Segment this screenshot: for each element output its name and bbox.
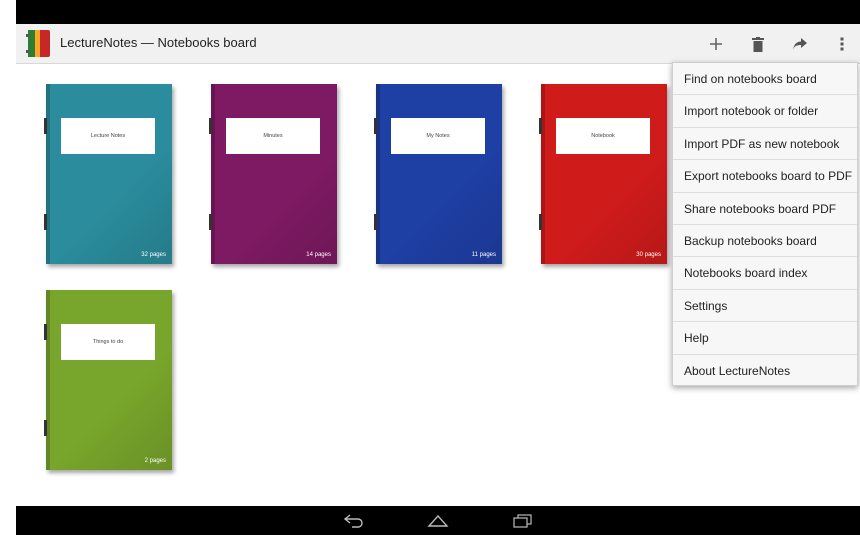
trash-icon bbox=[752, 36, 764, 52]
share-button[interactable] bbox=[786, 30, 814, 58]
notebook-title: Minutes bbox=[226, 118, 320, 154]
notebook-title: My Notes bbox=[391, 118, 485, 154]
status-bar bbox=[16, 0, 860, 24]
menu-item-backup[interactable]: Backup notebooks board bbox=[673, 225, 857, 258]
add-notebook-button[interactable] bbox=[702, 30, 730, 58]
notebook-page-count: 30 pages bbox=[636, 252, 661, 258]
menu-item-import-notebook[interactable]: Import notebook or folder bbox=[673, 95, 857, 128]
recents-button[interactable] bbox=[510, 512, 534, 530]
overflow-menu-icon bbox=[840, 37, 844, 51]
menu-item-about[interactable]: About LectureNotes bbox=[673, 355, 857, 387]
notebook-title: Things to do bbox=[61, 324, 155, 360]
action-bar: LectureNotes — Notebooks board bbox=[16, 24, 860, 64]
app-logo-icon bbox=[26, 30, 50, 57]
notebook-card[interactable]: Minutes 14 pages bbox=[209, 84, 337, 264]
delete-button[interactable] bbox=[744, 30, 772, 58]
menu-item-settings[interactable]: Settings bbox=[673, 290, 857, 323]
recents-icon bbox=[513, 514, 532, 528]
home-button[interactable] bbox=[426, 512, 450, 530]
menu-item-index[interactable]: Notebooks board index bbox=[673, 257, 857, 290]
back-button[interactable] bbox=[342, 512, 366, 530]
back-icon bbox=[343, 514, 363, 528]
notebook-page-count: 2 pages bbox=[144, 458, 166, 464]
share-icon bbox=[793, 38, 807, 50]
menu-item-help[interactable]: Help bbox=[673, 322, 857, 355]
notebook-card[interactable]: Things to do 2 pages bbox=[44, 290, 172, 470]
notebook-page-count: 32 pages bbox=[141, 252, 166, 258]
notebook-page-count: 11 pages bbox=[471, 252, 496, 258]
home-icon bbox=[427, 514, 449, 527]
menu-item-share-pdf[interactable]: Share notebooks board PDF bbox=[673, 193, 857, 225]
notebook-title: Notebook bbox=[556, 118, 650, 154]
menu-item-export-pdf[interactable]: Export notebooks board to PDF bbox=[673, 160, 857, 193]
notebook-page-count: 14 pages bbox=[306, 252, 331, 258]
navigation-bar bbox=[16, 506, 860, 535]
overflow-menu: Find on notebooks board Import notebook … bbox=[672, 62, 858, 386]
notebook-card[interactable]: My Notes 11 pages bbox=[374, 84, 502, 264]
notebook-title: Lecture Notes bbox=[61, 118, 155, 154]
app-title: LectureNotes — Notebooks board bbox=[60, 35, 257, 50]
window-frame bbox=[0, 0, 16, 535]
notebook-card[interactable]: Lecture Notes 32 pages bbox=[44, 84, 172, 264]
overflow-menu-button[interactable] bbox=[828, 30, 856, 58]
menu-item-find[interactable]: Find on notebooks board bbox=[673, 63, 857, 96]
menu-item-import-pdf[interactable]: Import PDF as new notebook bbox=[673, 128, 857, 161]
plus-icon bbox=[710, 38, 722, 50]
notebook-card[interactable]: Notebook 30 pages bbox=[539, 84, 667, 264]
